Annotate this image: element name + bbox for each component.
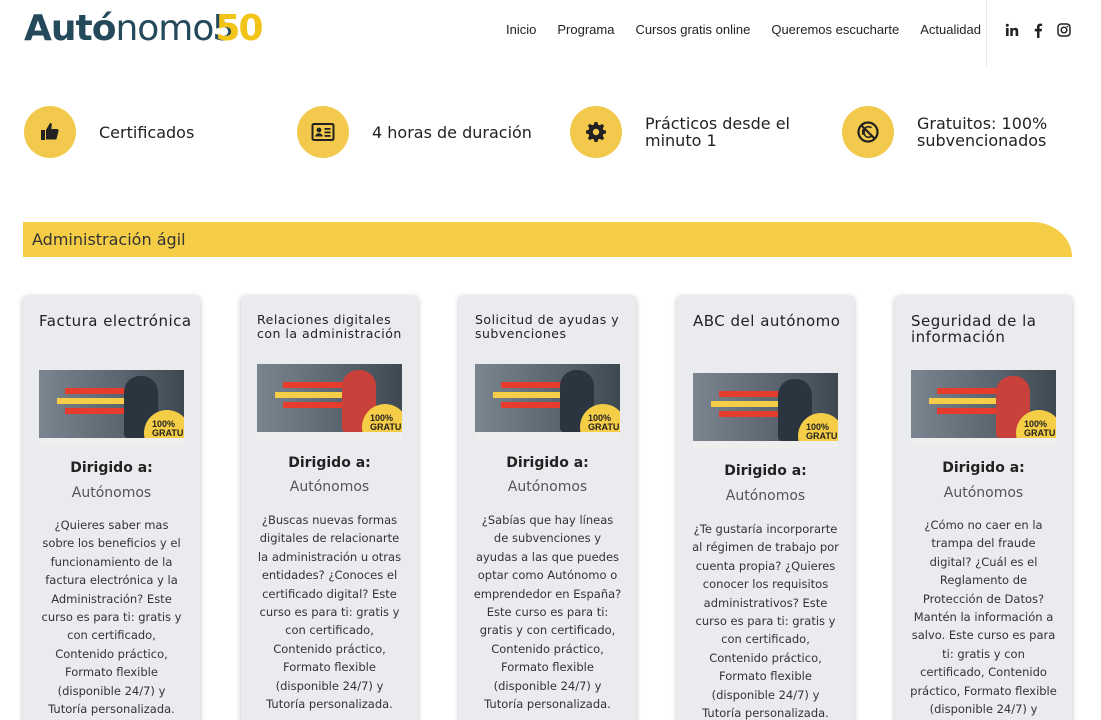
section-header-bar: Administración ágil — [23, 222, 1072, 257]
card-title: Seguridad de la información — [911, 312, 1037, 346]
feature-gratuitos: Gratuitos: 100% subvencionados — [842, 104, 1067, 160]
nav-cursos[interactable]: Cursos gratis online — [635, 22, 750, 37]
course-thumbnail[interactable]: 100% GRATUITO — [39, 370, 184, 446]
course-thumbnail[interactable]: 100% GRATUITO — [693, 373, 838, 449]
card-description: ¿Te gustaría incorporarte al régimen de … — [692, 522, 839, 720]
card-audience-label: Dirigido a: — [70, 460, 153, 476]
feature-text: Prácticos desde el minuto 1 — [645, 114, 790, 150]
nav-queremos-escucharte[interactable]: Queremos escucharte — [771, 22, 899, 37]
course-thumbnail[interactable]: 100% GRATUITO — [257, 364, 402, 440]
course-card-seguridad[interactable]: Seguridad de la información 100% GRATUIT… — [895, 296, 1072, 720]
card-audience-label: Dirigido a: — [506, 455, 589, 471]
feature-practicos: Prácticos desde el minuto 1 — [570, 104, 795, 160]
thumbs-up-icon — [24, 106, 76, 158]
logo-text-bold: Autó — [24, 8, 116, 49]
course-thumbnail[interactable]: 100% GRATUITO — [911, 370, 1056, 446]
id-card-icon — [297, 106, 349, 158]
feature-text: Gratuitos: 100% subvencionados — [917, 114, 1048, 150]
feature-text: Certificados — [99, 122, 195, 142]
course-card-abc[interactable]: ABC del autónomo 100% GRATUITO Dirigido … — [677, 296, 854, 720]
card-title: Solicitud de ayudas y subvenciones — [475, 312, 620, 341]
card-description: ¿Quieres saber mas sobre los beneficios … — [41, 518, 182, 717]
instagram-icon[interactable] — [1056, 22, 1072, 38]
nav-actualidad[interactable]: Actualidad — [920, 22, 981, 37]
card-audience-label: Dirigido a: — [942, 460, 1025, 476]
site-header: Autó nomo 5 0 Inicio Programa Cursos gra… — [0, 0, 1101, 66]
card-audience: Autónomos — [943, 485, 1024, 501]
card-audience: Autónomos — [71, 485, 152, 501]
course-card-factura[interactable]: Factura electrónica 100% GRATUITO Dirigi… — [23, 296, 200, 720]
feature-text: 4 horas de duración — [372, 122, 532, 142]
card-description: ¿Sabías que hay líneas de subvenciones y… — [473, 513, 622, 712]
linkedin-icon[interactable] — [1004, 22, 1020, 38]
card-audience-label: Dirigido a: — [288, 455, 371, 471]
course-thumbnail[interactable]: 100% GRATUITO — [475, 364, 620, 440]
course-card-relaciones[interactable]: Relaciones digitales con la administraci… — [241, 296, 418, 720]
card-title: ABC del autónomo — [693, 312, 841, 330]
card-title: Factura electrónica — [39, 312, 192, 330]
section-title: Administración ágil — [32, 230, 186, 249]
gear-icon — [570, 106, 622, 158]
nav-inicio[interactable]: Inicio — [506, 22, 536, 37]
nav-programa[interactable]: Programa — [557, 22, 614, 37]
card-description: ¿Buscas nuevas formas digitales de relac… — [257, 513, 402, 712]
social-links — [1004, 22, 1072, 38]
main-nav: Inicio Programa Cursos gratis online Que… — [506, 22, 1002, 37]
no-euro-icon — [842, 106, 894, 158]
course-card-ayudas[interactable]: Solicitud de ayudas y subvenciones 100% … — [459, 296, 636, 720]
site-logo[interactable]: Autó nomo 5 0 — [24, 8, 264, 52]
feature-duracion: 4 horas de duración — [297, 104, 532, 160]
card-audience: Autónomos — [507, 479, 588, 495]
logo-text-regular: nomo — [115, 8, 214, 49]
feature-certificados: Certificados — [24, 104, 194, 160]
facebook-icon[interactable] — [1030, 22, 1046, 38]
card-audience-label: Dirigido a: — [724, 463, 807, 479]
logo-version: 5 0 — [215, 8, 264, 49]
card-description: ¿Cómo no caer en la trampa del fraude di… — [910, 518, 1057, 717]
features-row: Certificados 4 horas de duración Práctic… — [24, 104, 1084, 164]
card-audience: Autónomos — [725, 488, 806, 504]
header-divider — [986, 0, 987, 66]
card-audience: Autónomos — [289, 479, 370, 495]
card-title: Relaciones digitales con la administraci… — [257, 312, 402, 341]
